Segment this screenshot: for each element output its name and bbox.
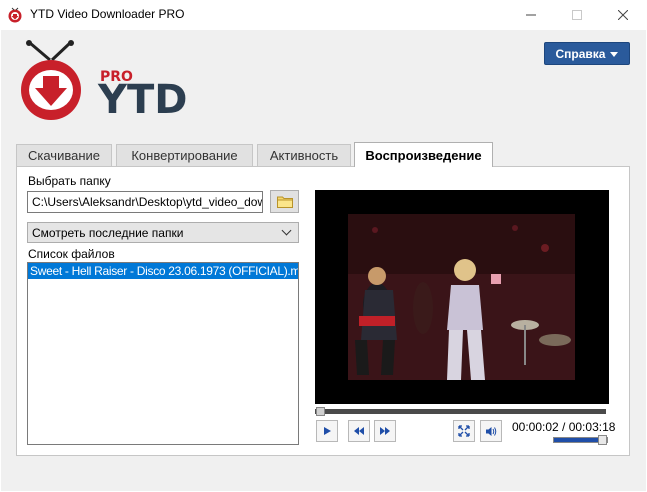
folder-icon [276,196,293,208]
volume-button[interactable] [480,420,502,442]
fast-forward-icon [380,427,390,435]
fast-forward-button[interactable] [374,420,396,442]
rewind-button[interactable] [348,420,370,442]
file-list-label: Список файлов [28,247,115,261]
maximize-button[interactable] [554,0,600,30]
speaker-icon [486,426,497,436]
fullscreen-icon [458,425,470,437]
volume-fill [554,438,600,442]
list-item[interactable]: Sweet - Hell Raiser - Disco 23.06.1973 (… [28,263,298,279]
seek-thumb[interactable] [316,407,325,416]
ytd-logo: YTD PRO [21,40,187,123]
folder-label: Выбрать папку [28,174,111,188]
browse-folder-button[interactable] [270,190,299,213]
app-icon [8,7,22,23]
rewind-icon [354,427,364,435]
video-frame [315,190,609,404]
window-title: YTD Video Downloader PRO [30,7,185,21]
file-list[interactable]: Sweet - Hell Raiser - Disco 23.06.1973 (… [27,262,299,445]
title-bar: YTD Video Downloader PRO [0,0,647,30]
recent-folders-dropdown[interactable]: Смотреть последние папки [27,222,299,243]
tab-playback[interactable]: Воспроизведение [354,142,493,167]
help-button[interactable]: Справка [544,42,630,65]
play-icon [324,427,331,435]
play-button[interactable] [316,420,338,442]
video-player[interactable] [315,190,609,404]
chevron-down-icon [281,225,292,236]
caret-down-icon [610,51,619,57]
help-button-label: Справка [555,46,606,61]
tab-activity[interactable]: Активность [257,144,351,166]
tab-download[interactable]: Скачивание [16,144,112,166]
fullscreen-button[interactable] [453,420,475,442]
seek-bar[interactable] [315,409,606,414]
minimize-button[interactable] [508,0,554,30]
close-button[interactable] [600,0,646,30]
folder-path-field[interactable]: C:\Users\Aleksandr\Desktop\ytd_video_dow… [27,191,263,213]
tab-convert[interactable]: Конвертирование [116,144,253,166]
maximize-icon [572,10,582,20]
time-display: 00:00:02 / 00:03:18 [512,420,616,434]
logo-pro-badge: PRO [100,69,133,85]
minimize-icon [526,14,536,16]
close-icon [618,10,628,20]
volume-thumb[interactable] [598,435,607,445]
recent-folders-label: Смотреть последние папки [32,225,184,240]
